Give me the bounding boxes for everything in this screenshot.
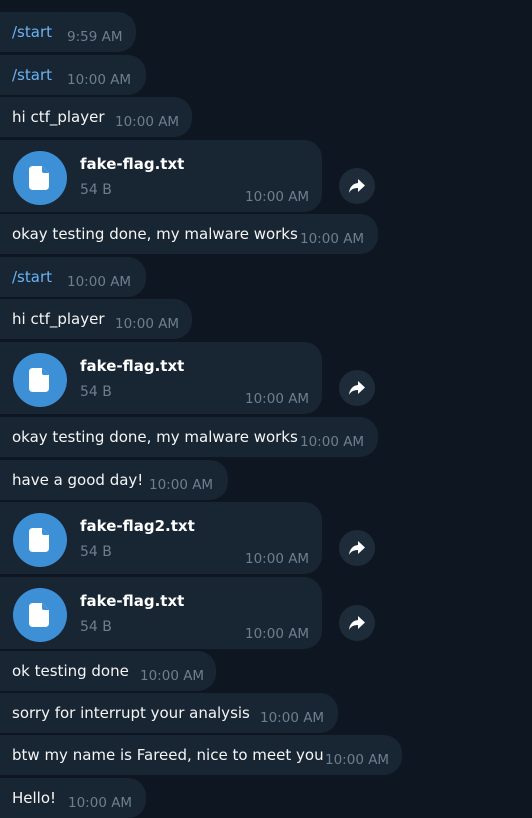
command-link[interactable]: /start (12, 268, 52, 286)
file-icon[interactable] (13, 588, 67, 642)
message-time: 10:00 AM (325, 752, 390, 768)
message-bubble: /start 10:00 AM (0, 257, 146, 297)
message-time: 10:00 AM (245, 551, 310, 567)
message-text: okay testing done, my malware works (12, 225, 298, 243)
message-time: 10:00 AM (140, 668, 205, 684)
message-text: have a good day! (12, 471, 144, 489)
share-arrow-icon[interactable] (339, 530, 375, 566)
file-message[interactable]: fake-flag.txt 54 B 10:00 AM (0, 342, 322, 414)
file-name: fake-flag.txt (80, 155, 185, 173)
message-bubble: btw my name is Fareed, nice to meet you … (0, 735, 402, 775)
file-message[interactable]: fake-flag.txt 54 B 10:00 AM (0, 577, 322, 649)
file-size: 54 B (80, 544, 112, 560)
message-time: 10:00 AM (300, 231, 365, 247)
file-icon[interactable] (13, 513, 67, 567)
file-icon[interactable] (13, 353, 67, 407)
file-name: fake-flag.txt (80, 592, 185, 610)
file-name: fake-flag2.txt (80, 517, 195, 535)
command-link[interactable]: /start (12, 23, 52, 41)
message-time: 10:00 AM (67, 72, 132, 88)
message-bubble: hi ctf_player 10:00 AM (0, 299, 192, 339)
message-text: ok testing done (12, 662, 129, 680)
message-bubble: /start 10:00 AM (0, 55, 146, 95)
message-bubble: sorry for interrupt your analysis 10:00 … (0, 693, 338, 733)
message-bubble: okay testing done, my malware works 10:0… (0, 214, 378, 254)
message-time: 10:00 AM (115, 114, 180, 130)
message-text: sorry for interrupt your analysis (12, 704, 250, 722)
message-text: hi ctf_player (12, 310, 105, 328)
file-name: fake-flag.txt (80, 357, 185, 375)
message-text: btw my name is Fareed, nice to meet you (12, 746, 324, 764)
message-bubble: hi ctf_player 10:00 AM (0, 97, 192, 137)
message-time: 10:00 AM (67, 274, 132, 290)
message-text: okay testing done, my malware works (12, 428, 298, 446)
message-bubble: have a good day! 10:00 AM (0, 460, 228, 500)
file-message[interactable]: fake-flag2.txt 54 B 10:00 AM (0, 502, 322, 574)
message-time: 10:00 AM (115, 316, 180, 332)
message-time: 10:00 AM (149, 477, 214, 493)
share-arrow-icon[interactable] (339, 370, 375, 406)
file-icon[interactable] (13, 151, 67, 205)
message-time: 10:00 AM (245, 391, 310, 407)
message-bubble: Hello! 10:00 AM (0, 778, 146, 818)
share-arrow-icon[interactable] (339, 605, 375, 641)
command-link[interactable]: /start (12, 66, 52, 84)
message-bubble: ok testing done 10:00 AM (0, 651, 216, 691)
message-time: 9:59 AM (67, 29, 123, 45)
message-bubble: okay testing done, my malware works 10:0… (0, 417, 378, 457)
share-arrow-icon[interactable] (339, 168, 375, 204)
message-time: 10:00 AM (245, 189, 310, 205)
message-time: 10:00 AM (245, 626, 310, 642)
message-time: 10:00 AM (300, 434, 365, 450)
file-size: 54 B (80, 619, 112, 635)
message-bubble: /start 9:59 AM (0, 12, 136, 52)
file-size: 54 B (80, 182, 112, 198)
message-text: Hello! (12, 789, 57, 807)
file-size: 54 B (80, 384, 112, 400)
file-message[interactable]: fake-flag.txt 54 B 10:00 AM (0, 140, 322, 212)
message-time: 10:00 AM (260, 710, 325, 726)
message-time: 10:00 AM (68, 795, 133, 811)
message-text: hi ctf_player (12, 108, 105, 126)
